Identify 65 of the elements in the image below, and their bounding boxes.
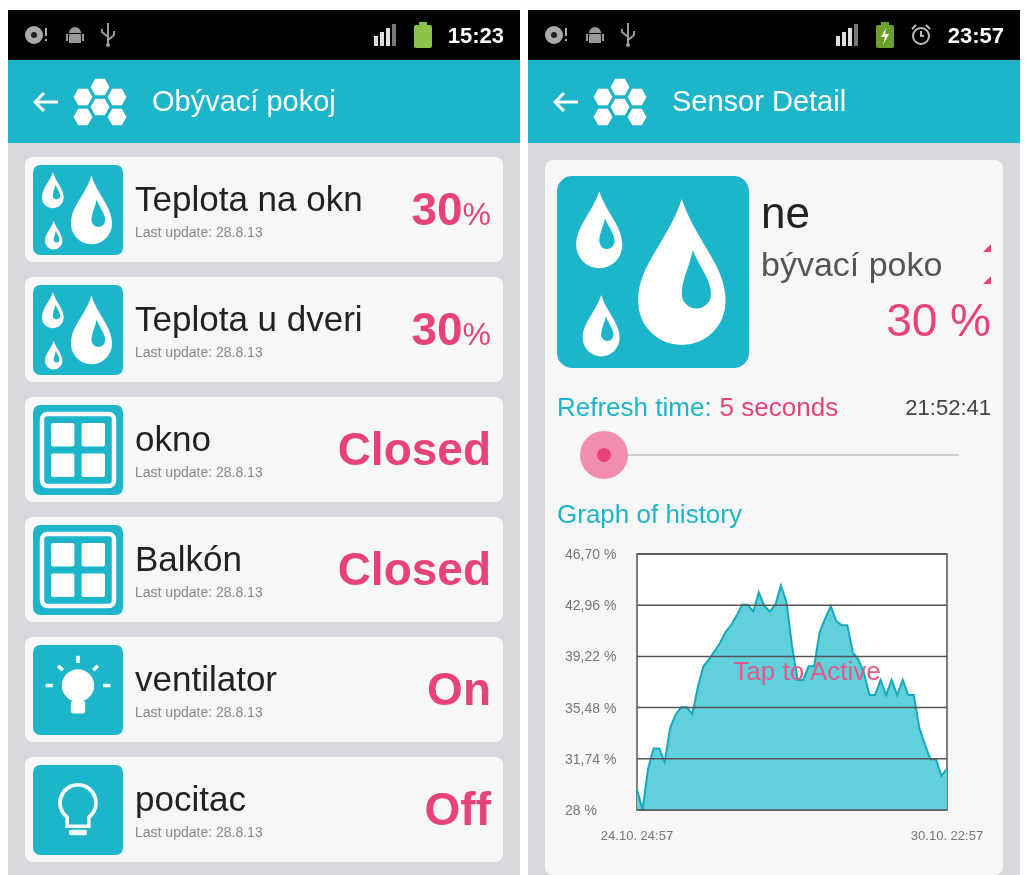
water-drops-icon xyxy=(33,284,123,375)
bulb-icon xyxy=(33,764,123,855)
battery-icon xyxy=(413,22,432,48)
charging-battery-icon xyxy=(875,22,894,48)
back-arrow-icon[interactable] xyxy=(552,90,580,113)
device-name: Balkón xyxy=(135,538,244,580)
device-card[interactable]: ventilator Last update: 28.8.13 On xyxy=(25,637,503,742)
signal-icon xyxy=(835,24,860,46)
y-axis-label: 28 % xyxy=(565,802,597,818)
signal-icon xyxy=(373,24,398,46)
screen-title: Sensor Detail xyxy=(672,83,847,119)
refresh-clock: 21:52:41 xyxy=(905,394,991,422)
device-value: Closed xyxy=(337,422,492,477)
device-card[interactable]: pocitac Last update: 28.8.13 Off xyxy=(25,757,503,862)
device-name: ventilator xyxy=(135,658,279,700)
glowing-bulb-icon xyxy=(33,644,123,735)
device-value: On xyxy=(427,662,492,717)
slider-thumb[interactable] xyxy=(579,431,628,479)
device-value: 30% xyxy=(411,182,492,237)
device-card[interactable]: Balkón Last update: 28.8.13 Closed xyxy=(25,517,503,622)
device-card[interactable]: Teplota na okn Last update: 28.8.13 30% xyxy=(25,157,503,262)
android-icon xyxy=(586,25,604,45)
window-icon xyxy=(33,524,123,615)
y-axis-label: 31,74 % xyxy=(565,750,617,767)
scroll-marker-icon xyxy=(983,244,991,284)
window-icon xyxy=(33,404,123,495)
usb-icon xyxy=(620,23,636,47)
disc-icon xyxy=(24,24,50,46)
alarm-clock-icon xyxy=(909,24,932,46)
y-axis-label: 42,96 % xyxy=(565,597,617,614)
last-update: Last update: 28.8.13 xyxy=(135,463,264,482)
last-update: Last update: 28.8.13 xyxy=(135,703,264,722)
graph-title: Graph of history xyxy=(557,498,743,531)
device-value: Off xyxy=(424,782,493,837)
device-name: Teplota u dveri xyxy=(135,298,364,340)
refresh-label: Refresh time: xyxy=(557,391,712,424)
usb-icon xyxy=(100,23,116,47)
y-axis-label: 46,70 % xyxy=(565,546,617,562)
water-drops-icon xyxy=(33,164,123,255)
last-update: Last update: 28.8.13 xyxy=(135,343,264,362)
sensor-location: bývací poko xyxy=(761,244,943,285)
last-update: Last update: 28.8.13 xyxy=(135,223,264,242)
refresh-value: 5 seconds xyxy=(719,391,839,424)
x-axis-label: 30.10. 22:57 xyxy=(910,828,984,843)
last-update: Last update: 28.8.13 xyxy=(135,823,264,842)
device-card[interactable]: okno Last update: 28.8.13 Closed xyxy=(25,397,503,502)
device-value: Closed xyxy=(337,542,492,597)
screen-title: Obývací pokoj xyxy=(152,83,336,119)
sensor-value: 30 % xyxy=(886,293,991,348)
back-arrow-icon[interactable] xyxy=(32,90,60,113)
android-icon xyxy=(66,25,84,45)
disc-icon xyxy=(544,24,570,46)
clock: 23:57 xyxy=(947,21,1004,50)
device-value: 30% xyxy=(411,302,492,357)
device-name: pocitac xyxy=(135,778,247,820)
y-axis-label: 39,22 % xyxy=(565,648,617,665)
device-name: Teplota na okn xyxy=(135,178,364,220)
sensor-name: ne xyxy=(761,187,811,239)
clock: 15:23 xyxy=(447,21,504,50)
device-name: okno xyxy=(135,418,212,460)
y-axis-label: 35,48 % xyxy=(565,699,617,716)
device-card[interactable]: Teplota u dveri Last update: 28.8.13 30% xyxy=(25,277,503,382)
last-update: Last update: 28.8.13 xyxy=(135,583,264,602)
water-drops-icon xyxy=(557,176,749,368)
x-axis-label: 24.10. 24:57 xyxy=(600,828,674,843)
